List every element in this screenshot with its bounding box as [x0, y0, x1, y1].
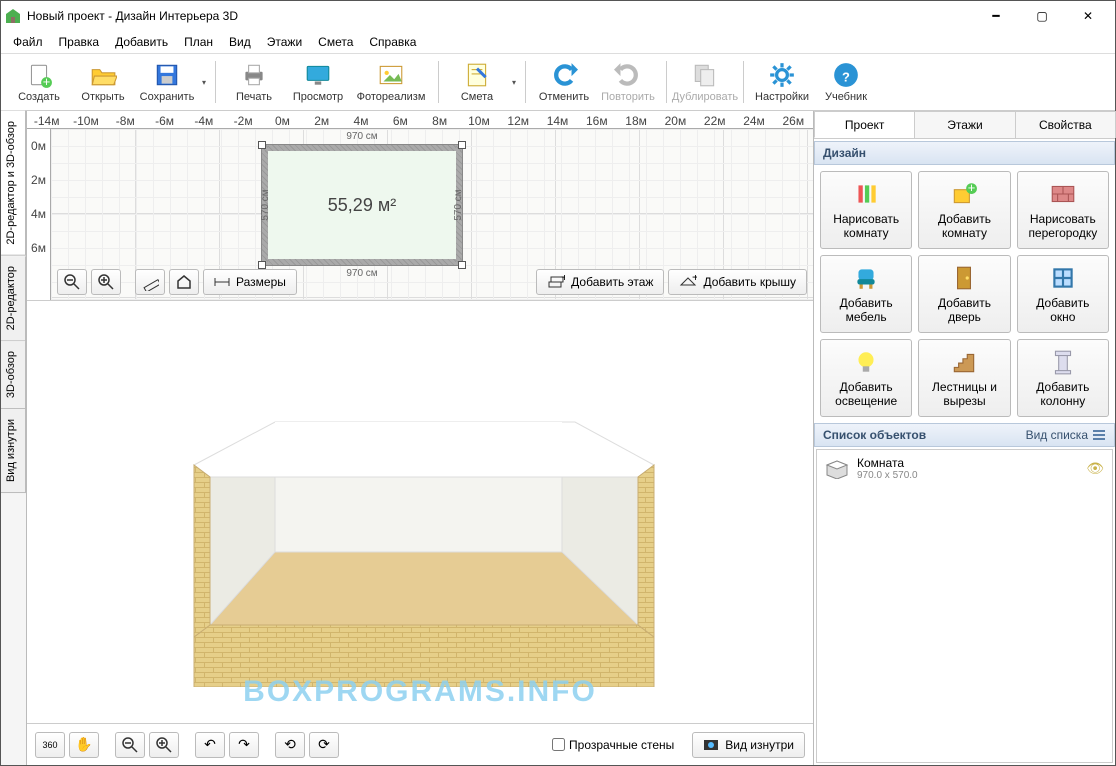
tb-printer[interactable]: Печать: [224, 56, 284, 108]
tb-save-dropdown[interactable]: ▾: [199, 78, 209, 87]
tb-help[interactable]: ?Учебник: [816, 56, 876, 108]
home-button[interactable]: [169, 269, 199, 295]
pan-button[interactable]: ✋: [69, 732, 99, 758]
list-icon: [1092, 428, 1106, 442]
design-grid: Нарисоватькомнату+ДобавитькомнатуНарисов…: [814, 165, 1115, 423]
rtab-Этажи[interactable]: Этажи: [914, 111, 1015, 138]
ruler-vertical: 0м2м4м6м: [27, 129, 51, 300]
tb-gear[interactable]: Настройки: [752, 56, 812, 108]
tb-notepad-dropdown[interactable]: ▾: [509, 78, 519, 87]
tb-photo[interactable]: Фотореализм: [352, 56, 430, 108]
zoom3d-out-button[interactable]: [115, 732, 145, 758]
inside-view-button[interactable]: Вид изнутри: [692, 732, 805, 758]
app-icon: [5, 8, 21, 24]
zoom-out-button[interactable]: [57, 269, 87, 295]
menu-Этажи[interactable]: Этажи: [259, 33, 310, 51]
transparent-walls-checkbox[interactable]: [552, 738, 565, 751]
design-door[interactable]: Добавитьдверь: [918, 255, 1010, 333]
room-plan[interactable]: 970 см 970 см 570 см 570 см 55,29 м²: [262, 145, 462, 265]
menu-План[interactable]: План: [176, 33, 221, 51]
svg-text:+: +: [968, 180, 976, 195]
tb-monitor[interactable]: Просмотр: [288, 56, 348, 108]
design-stairs[interactable]: Лестницы ивырезы: [918, 339, 1010, 417]
svg-text:+: +: [561, 275, 565, 284]
titlebar: Новый проект - Дизайн Интерьера 3D ━ ▢ ✕: [1, 1, 1115, 31]
svg-text:?: ?: [842, 69, 850, 84]
tb-copy: Дублировать: [675, 56, 735, 108]
dim-top: 970 см: [346, 131, 377, 142]
tilt-up-button[interactable]: ⟲: [275, 732, 305, 758]
tb-folder-open[interactable]: Открыть: [73, 56, 133, 108]
tb-notepad[interactable]: Смета: [447, 56, 507, 108]
design-window[interactable]: Добавитьокно: [1017, 255, 1109, 333]
tb-undo[interactable]: Отменить: [534, 56, 594, 108]
room-3d[interactable]: [150, 357, 690, 687]
dimensions-button[interactable]: Размеры: [203, 269, 297, 295]
menubar: ФайлПравкаДобавитьПланВидЭтажиСметаСправ…: [1, 31, 1115, 53]
right-tabs: ПроектЭтажиСвойства: [814, 111, 1115, 139]
menu-Смета[interactable]: Смета: [310, 33, 361, 51]
ruler-button[interactable]: [135, 269, 165, 295]
orbit-left-button[interactable]: ↶: [195, 732, 225, 758]
vtab-0[interactable]: 2D-редактор и 3D-обзор: [1, 111, 26, 256]
object-list: Комната970.0 x 570.0👁: [816, 449, 1113, 763]
tb-redo: Повторить: [598, 56, 658, 108]
list-view-toggle[interactable]: Вид списка: [1026, 428, 1106, 442]
design-bulb[interactable]: Добавитьосвещение: [820, 339, 912, 417]
zoom3d-in-button[interactable]: [149, 732, 179, 758]
view3d-toolbar: 360 ✋ ↶ ↷ ⟲ ⟳ Прозрачные стены Вид изнут…: [27, 723, 813, 765]
svg-text:+: +: [43, 74, 51, 89]
menu-Вид[interactable]: Вид: [221, 33, 259, 51]
tb-save[interactable]: Сохранить: [137, 56, 197, 108]
room-icon: [825, 459, 849, 479]
right-panel: ПроектЭтажиСвойства Дизайн Нарисоватьком…: [813, 111, 1115, 765]
zoom-in-button[interactable]: [91, 269, 121, 295]
design-section-title: Дизайн: [814, 141, 1115, 165]
rtab-Свойства[interactable]: Свойства: [1015, 111, 1116, 138]
view-tabs: 2D-редактор и 3D-обзор2D-редактор3D-обзо…: [1, 111, 27, 765]
watermark: BOXPROGRAMS.INFO: [243, 675, 597, 709]
object-item[interactable]: Комната970.0 x 570.0👁: [817, 450, 1112, 487]
menu-Добавить[interactable]: Добавить: [107, 33, 176, 51]
plan-toolbar: Размеры +Добавить этаж +Добавить крышу: [57, 268, 807, 296]
ruler-horizontal: -14м-10м-8м-6м-4м-2м0м2м4м6м8м10м12м14м1…: [27, 111, 813, 129]
rtab-Проект[interactable]: Проект: [814, 111, 915, 138]
design-chair[interactable]: Добавитьмебель: [820, 255, 912, 333]
close-button[interactable]: ✕: [1065, 1, 1111, 31]
menu-Справка[interactable]: Справка: [361, 33, 424, 51]
design-add-shape[interactable]: +Добавитькомнату: [918, 171, 1010, 249]
window-title: Новый проект - Дизайн Интерьера 3D: [27, 9, 973, 23]
design-pencils[interactable]: Нарисоватькомнату: [820, 171, 912, 249]
orbit-right-button[interactable]: ↷: [229, 732, 259, 758]
vtab-3[interactable]: Вид изнутри: [1, 409, 26, 493]
design-column[interactable]: Добавитьколонну: [1017, 339, 1109, 417]
object-list-header: Список объектов Вид списка: [814, 423, 1115, 447]
room-area: 55,29 м²: [268, 151, 456, 259]
tb-file-new[interactable]: +Создать: [9, 56, 69, 108]
menu-Файл[interactable]: Файл: [5, 33, 51, 51]
design-bricks[interactable]: Нарисоватьперегородку: [1017, 171, 1109, 249]
minimize-button[interactable]: ━: [973, 1, 1019, 31]
vtab-2[interactable]: 3D-обзор: [1, 341, 26, 409]
main-toolbar: +СоздатьОткрытьСохранить▾ПечатьПросмотрФ…: [1, 53, 1115, 111]
maximize-button[interactable]: ▢: [1019, 1, 1065, 31]
add-roof-button[interactable]: +Добавить крышу: [668, 269, 807, 295]
plan-view-2d[interactable]: -14м-10м-8м-6м-4м-2м0м2м4м6м8м10м12м14м1…: [27, 111, 813, 301]
menu-Правка[interactable]: Правка: [51, 33, 108, 51]
svg-text:+: +: [692, 275, 697, 284]
visibility-icon[interactable]: 👁: [1086, 460, 1104, 477]
vtab-1[interactable]: 2D-редактор: [1, 256, 26, 341]
tilt-down-button[interactable]: ⟳: [309, 732, 339, 758]
transparent-walls-check[interactable]: Прозрачные стены: [552, 738, 674, 752]
add-floor-button[interactable]: +Добавить этаж: [536, 269, 664, 295]
canvas-area: -14м-10м-8м-6м-4м-2м0м2м4м6м8м10м12м14м1…: [27, 111, 813, 765]
view-3d[interactable]: BOXPROGRAMS.INFO: [27, 301, 813, 723]
rotate-360-button[interactable]: 360: [35, 732, 65, 758]
